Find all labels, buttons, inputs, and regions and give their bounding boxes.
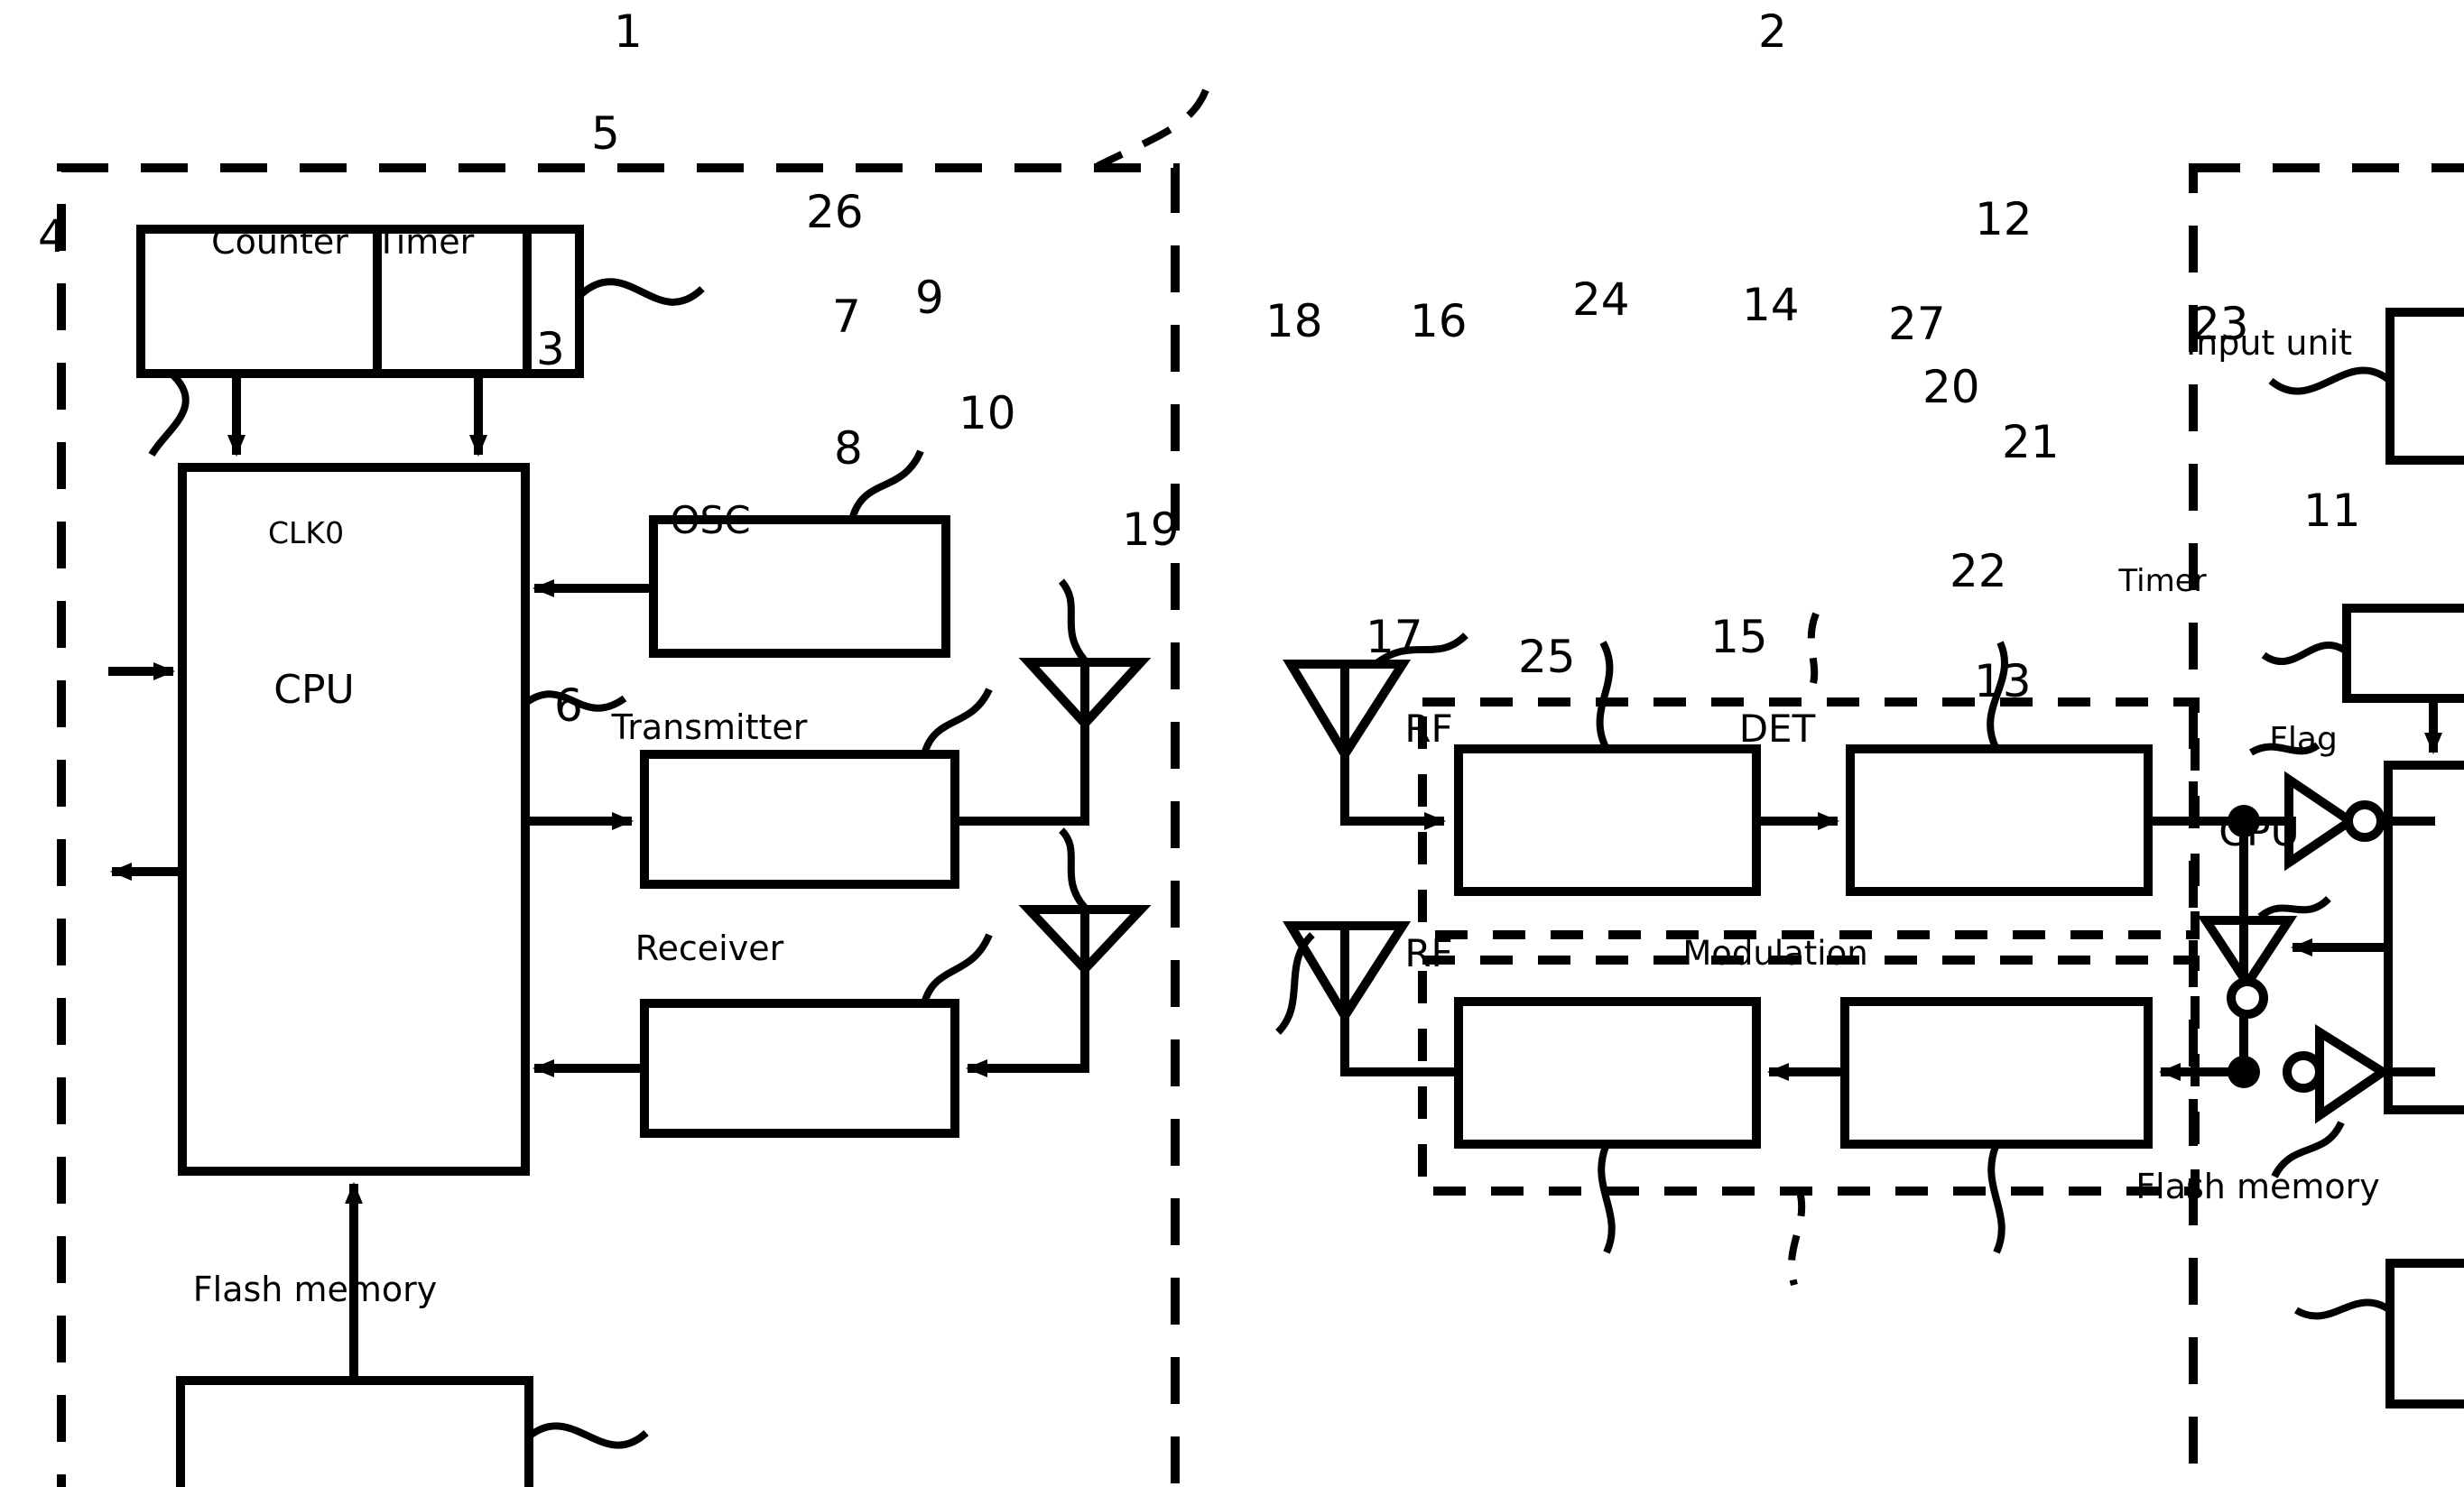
antenna-9: [1018, 658, 1152, 731]
figure-canvas: Counter Timer CPU OSC Transmitter Receiv…: [0, 0, 2464, 1487]
ref-numeral-18: 18: [1265, 295, 1323, 347]
rf-tx-box: [1454, 997, 1761, 1149]
wire-rf-tx-to-antenna-19: [1340, 1016, 1459, 1076]
diagram-vector-layer: [57, 88, 2464, 1487]
wire-transmitter-to-antenna-9: [955, 724, 1089, 826]
ref-numeral-25: 25: [1518, 631, 1576, 683]
osc-box: [649, 515, 950, 658]
ref-numeral-22: 22: [1950, 545, 2007, 597]
ref-numeral-14: 14: [1742, 279, 1800, 331]
leader-7: [921, 688, 993, 756]
ref-numeral-20: 20: [1922, 361, 1980, 413]
unit-1-boundary: [57, 163, 1180, 1487]
leader-13: [2293, 1298, 2393, 1320]
ref-numeral-7: 7: [832, 291, 861, 343]
ref-numeral-11: 11: [2303, 485, 2361, 537]
leader-22: [2271, 1121, 2345, 1178]
ref-numeral-13: 13: [1974, 655, 2032, 707]
ref-numeral-6: 6: [554, 679, 583, 732]
timer-right-box: [2342, 604, 2464, 703]
transmitter-box: [640, 750, 959, 889]
ref-numeral-23: 23: [2191, 298, 2249, 350]
ref-numeral-10: 10: [959, 387, 1016, 439]
ref-numeral-15: 15: [1710, 611, 1768, 663]
antenna-10: [1018, 905, 1152, 976]
leader-6: [526, 1422, 649, 1449]
input-unit-box: [2385, 308, 2464, 465]
leader-17: [1598, 1142, 1616, 1254]
flash-right-box: [2385, 1259, 2464, 1408]
ref-numeral-12: 12: [1975, 193, 2033, 245]
ref-numeral-9: 9: [915, 272, 944, 324]
modulation-box: [1840, 997, 2153, 1149]
leader-24: [1802, 612, 1820, 703]
leader-1: [1096, 88, 1209, 170]
inverter-21: [2197, 916, 2386, 1019]
antenna-18: [1283, 660, 1412, 763]
leader-9: [1058, 578, 1088, 663]
cpu-left-box: [178, 463, 530, 1176]
ref-numeral-19: 19: [1122, 503, 1180, 556]
ref-numeral-3: 3: [536, 323, 565, 375]
ref-numeral-2: 2: [1758, 5, 1787, 58]
ref-numeral-4: 4: [38, 210, 67, 263]
wire-antenna-10-to-receiver: [966, 969, 1089, 1077]
ref-numeral-5: 5: [591, 107, 620, 160]
det-box: [1846, 744, 2153, 896]
leader-12: [2268, 366, 2393, 395]
leader-25: [1787, 1190, 1806, 1287]
ref-numeral-24: 24: [1572, 273, 1630, 326]
clk0-signal-label: CLK0: [268, 515, 345, 550]
leader-8: [921, 933, 993, 1005]
flash-left-box: [176, 1376, 533, 1487]
leader-21: [2257, 896, 2331, 920]
ref-numeral-26: 26: [806, 186, 864, 238]
leader-15: [1987, 1142, 2005, 1254]
ref-numeral-8: 8: [834, 422, 863, 475]
receiver-box: [640, 999, 959, 1138]
rf-rx-box: [1454, 744, 1761, 896]
ref-numeral-16: 16: [1410, 295, 1468, 347]
leader-20: [2248, 742, 2320, 756]
ref-numeral-17: 17: [1366, 611, 1423, 663]
leader-27: [2261, 642, 2349, 665]
leader-5: [579, 278, 705, 306]
ref-numeral-1: 1: [614, 5, 643, 58]
leader-10: [1058, 827, 1088, 910]
wire-antenna-18-to-rf: [1340, 754, 1446, 830]
ref-numeral-21: 21: [2002, 416, 2060, 468]
leader-4: [148, 373, 190, 457]
leader-16: [1596, 641, 1614, 751]
counter-box: [136, 225, 532, 378]
ref-numeral-27: 27: [1888, 298, 1946, 350]
